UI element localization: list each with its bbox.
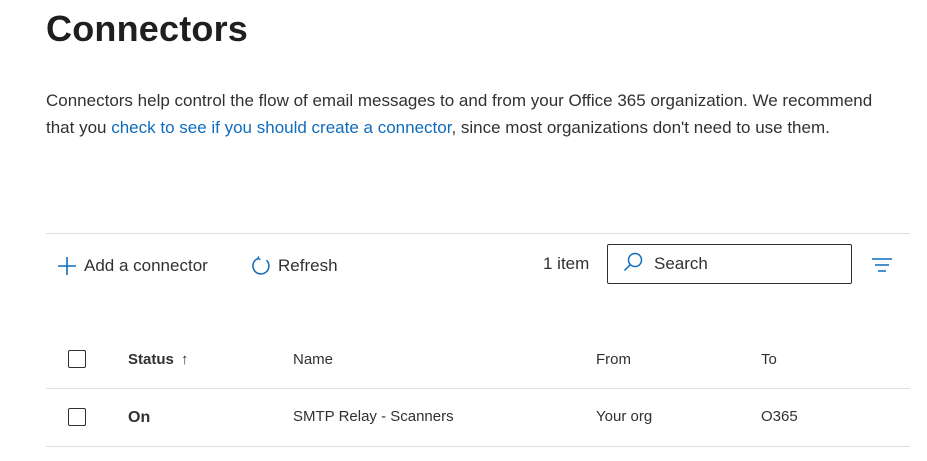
filter-icon <box>870 258 894 279</box>
toolbar-divider <box>46 233 910 234</box>
search-icon <box>622 251 644 278</box>
column-header-from[interactable]: From <box>596 351 631 368</box>
refresh-label: Refresh <box>278 256 338 275</box>
description-text-end: , since most organizations don't need to… <box>451 118 830 137</box>
column-header-to[interactable]: To <box>761 351 777 368</box>
table-header-divider <box>46 388 910 389</box>
column-header-name[interactable]: Name <box>293 351 333 368</box>
column-header-status[interactable]: Status ↑ <box>128 351 189 368</box>
page-description: Connectors help control the flow of emai… <box>46 87 886 141</box>
add-connector-button[interactable]: Add a connector <box>56 252 208 280</box>
refresh-icon <box>250 255 272 277</box>
row-from: Your org <box>596 408 653 425</box>
sort-ascending-icon: ↑ <box>181 351 189 368</box>
refresh-button[interactable]: Refresh <box>250 252 338 280</box>
column-header-status-label: Status <box>128 351 174 368</box>
filter-button[interactable] <box>870 255 894 275</box>
search-box[interactable] <box>607 244 852 284</box>
add-connector-label: Add a connector <box>84 256 208 275</box>
plus-icon <box>56 255 78 277</box>
search-input[interactable] <box>654 254 834 274</box>
create-connector-help-link[interactable]: check to see if you should create a conn… <box>111 118 451 137</box>
row-name[interactable]: SMTP Relay - Scanners <box>293 408 454 425</box>
select-all-checkbox[interactable] <box>68 350 86 368</box>
item-count: 1 item <box>543 254 590 273</box>
page-title: Connectors <box>46 8 249 49</box>
table-row-divider <box>46 446 910 447</box>
row-checkbox[interactable] <box>68 408 86 426</box>
row-status: On <box>128 409 151 426</box>
row-to: O365 <box>761 408 798 425</box>
